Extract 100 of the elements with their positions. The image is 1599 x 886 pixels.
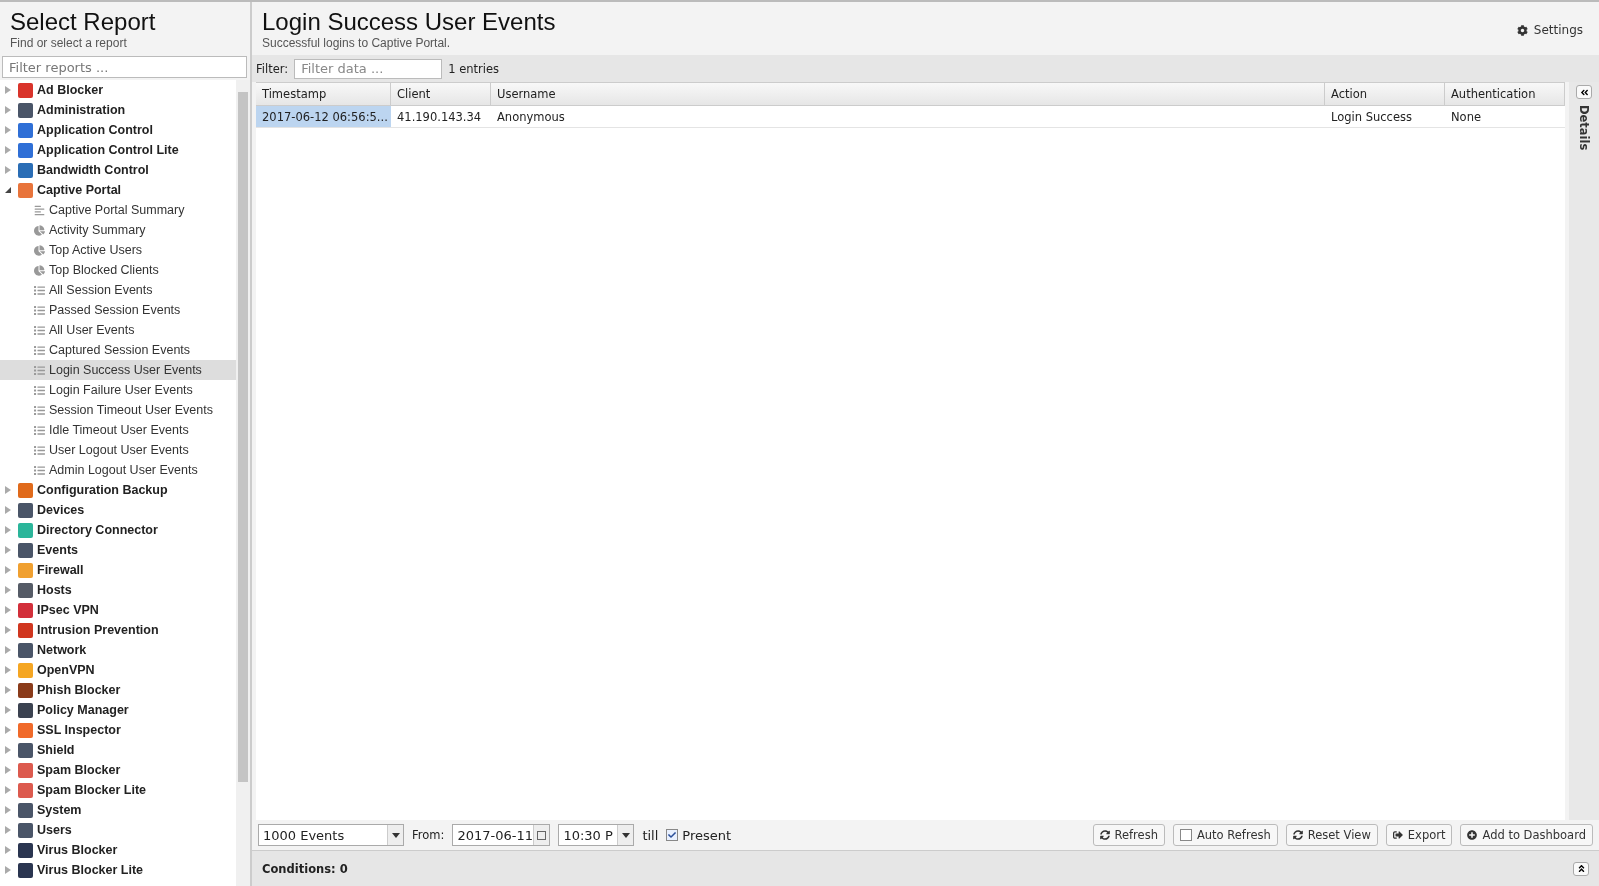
column-header[interactable]: Client [391,83,491,105]
toolbar-button[interactable]: Add to Dashboard [1460,824,1593,846]
report-title: Login Success User Events [262,8,556,36]
tree-item[interactable]: Intrusion Prevention [0,620,236,640]
tree-item[interactable]: Login Failure User Events [0,380,236,400]
tree-item[interactable]: User Logout User Events [0,440,236,460]
table-cell-text: 41.190.143.34 [396,108,483,126]
checkbox[interactable] [1179,829,1192,841]
column-header[interactable]: Timestamp [256,83,391,105]
tree-item[interactable]: System [0,800,236,820]
refresh-icon [1099,830,1110,840]
tree-item[interactable]: Devices [0,500,236,520]
list-icon [34,404,45,416]
toolbar-button[interactable]: Export [1385,824,1453,846]
expander-icon[interactable] [5,187,11,193]
tree-item[interactable]: IPsec VPN [0,600,236,620]
settings-button[interactable]: Settings [1510,22,1589,38]
caret-icon [621,832,630,838]
table-cell: 2017-06-12 06:56:5... [256,106,391,127]
tree-item[interactable]: Captured Session Events [0,340,236,360]
list-icon [34,464,45,476]
column-header[interactable]: Action [1325,83,1445,105]
list-icon [34,344,45,356]
plus-icon [1467,830,1478,840]
table-cell-text: Anonymous [496,108,566,126]
pie-chart-icon [34,264,45,276]
tree-item[interactable]: Captive Portal Summary [0,200,236,220]
tree-item[interactable]: Ad Blocker [0,80,236,100]
pie-chart-icon [34,244,45,256]
tree-item[interactable]: Admin Logout User Events [0,460,236,480]
filter-label: Filter: [256,61,289,76]
details-tab[interactable]: Details [1577,105,1591,151]
collapse-button[interactable] [1576,85,1592,99]
entries-count: 1 entries [448,61,499,76]
tree-item[interactable]: Firewall [0,560,236,580]
tree-item[interactable]: Application Control [0,120,236,140]
list-icon [34,424,45,436]
tree-item[interactable]: Users [0,820,236,840]
time-dropdown[interactable]: 10:30 P [558,824,635,846]
tree-item[interactable]: Virus Blocker [0,840,236,860]
tree-item[interactable]: Network [0,640,236,660]
list-icon [34,384,45,396]
tree-item[interactable]: SSL Inspector [0,720,236,740]
tree-item[interactable]: Policy Manager [0,700,236,720]
events-dropdown[interactable]: 1000 Events [258,824,404,846]
column-header[interactable]: Authentication [1445,83,1565,105]
panel-title: Select Report [10,8,157,36]
list-icon [34,444,45,456]
list-icon [34,364,45,376]
list-icon [34,304,45,316]
tree-item[interactable]: Captive Portal [0,180,236,200]
double-chevron-icon [1579,87,1589,97]
tree-item[interactable]: All User Events [0,320,236,340]
date-field[interactable]: 2017-06-11 [452,824,551,846]
tree-item[interactable]: Passed Session Events [0,300,236,320]
panel-subtitle: Find or select a report [10,36,128,50]
tree-item[interactable]: Administration [0,100,236,120]
tree-item[interactable]: Shield [0,740,236,760]
from-label: From: [412,828,445,842]
tree-item[interactable]: Session Timeout User Events [0,400,236,420]
tree-item[interactable]: All Session Events [0,280,236,300]
tree-item[interactable]: Application Control Lite [0,140,236,160]
tree-item[interactable]: Spam Blocker Lite [0,780,236,800]
double-chevron-icon [1576,864,1586,873]
list-icon [34,324,45,336]
tree-item[interactable]: Spam Blocker [0,760,236,780]
tree-item[interactable]: Top Active Users [0,240,236,260]
tree-item[interactable]: Configuration Backup [0,480,236,500]
export-icon [1392,830,1403,840]
present-label: Present [682,827,732,843]
table-cell-text: None [1450,108,1482,126]
tree-item[interactable]: Idle Timeout User Events [0,420,236,440]
expand-button[interactable] [1573,861,1589,876]
report-filter-field[interactable]: Filter reports ... [2,56,247,78]
tree-item[interactable]: OpenVPN [0,660,236,680]
data-filter-field[interactable]: Filter data ... [294,58,443,79]
refresh-icon [1292,830,1303,840]
toolbar-button[interactable]: Refresh [1092,824,1165,846]
calendar-icon [537,830,547,840]
tree-item[interactable]: Hosts [0,580,236,600]
table-cell-text: Login Success [1330,108,1413,126]
toolbar-button[interactable]: Reset View [1285,824,1378,846]
tree-item[interactable]: Phish Blocker [0,680,236,700]
caret-icon [391,832,400,838]
toolbar-button[interactable]: Auto Refresh [1172,824,1278,846]
pie-chart-icon [34,224,45,236]
scrollbar-thumb[interactable] [238,92,248,782]
report-subtitle: Successful logins to Captive Portal. [262,36,452,50]
present-checkbox[interactable] [666,829,679,841]
tree-item[interactable]: Bandwidth Control [0,160,236,180]
tree-item[interactable]: Activity Summary [0,220,236,240]
tree-item[interactable]: Top Blocked Clients [0,260,236,280]
list-icon [34,284,45,296]
tree-item[interactable]: Login Success User Events [0,360,236,380]
tree-item[interactable]: Directory Connector [0,520,236,540]
tree-item[interactable]: Virus Blocker Lite [0,860,236,880]
tree-item[interactable]: Events [0,540,236,560]
till-label: till [642,827,659,843]
conditions-label: Conditions: 0 [262,861,348,876]
column-header[interactable]: Username [491,83,1325,105]
